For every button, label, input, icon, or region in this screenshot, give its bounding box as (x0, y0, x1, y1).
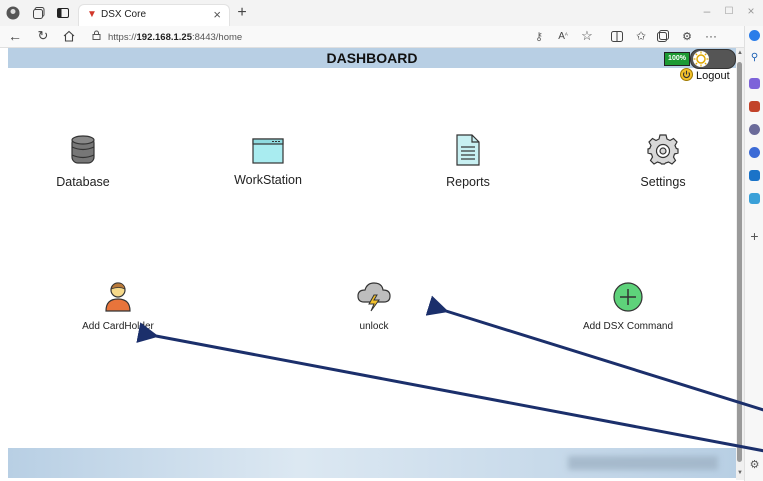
power-icon (680, 68, 693, 84)
theme-toggle[interactable] (690, 49, 736, 69)
more-options-icon[interactable]: ··· (704, 29, 718, 43)
gear-icon (647, 134, 679, 165)
office-icon[interactable] (749, 147, 760, 158)
database-tile[interactable]: Database (48, 134, 118, 189)
unlock-tile[interactable]: unlock (344, 280, 404, 332)
url-scheme: https:// (108, 32, 137, 43)
url-host: 192.168.1.25 (136, 32, 192, 43)
scroll-up-icon[interactable]: ▲ (736, 48, 744, 58)
dashboard-page: DASHBOARD 100% Logout Database WorkStati… (8, 48, 736, 480)
storm-cloud-icon (357, 282, 391, 312)
extensions-icon[interactable]: ⚙ (680, 29, 694, 43)
footer-redacted-text (568, 456, 718, 470)
add-cardholder-label: Add CardHolder (82, 321, 154, 332)
tab-dsx-core[interactable]: ▼ DSX Core × (78, 4, 230, 27)
favorite-star-icon[interactable]: ☆ (580, 28, 594, 43)
close-tab-icon[interactable]: × (213, 7, 221, 22)
browser-tab-bar: ▼ DSX Core × + – ☐ × (0, 0, 763, 27)
add-dsx-command-label: Add DSX Command (582, 321, 674, 332)
dsx-favicon-icon: ▼ (87, 9, 97, 20)
lock-icon (92, 29, 102, 43)
edge-sidebar: ⚲ + ⚙ (744, 26, 763, 481)
settings-label: Settings (640, 175, 686, 189)
workspaces-icon[interactable] (32, 6, 46, 20)
reports-tile[interactable]: Reports (438, 134, 498, 189)
logout-label: Logout (696, 70, 730, 82)
add-dsx-command-tile[interactable]: Add DSX Command (578, 282, 678, 332)
scrollbar-thumb[interactable] (737, 62, 742, 462)
new-tab-icon[interactable]: + (234, 4, 250, 21)
workstation-tile[interactable]: WorkStation (228, 138, 308, 187)
back-arrow-icon[interactable]: ← (8, 28, 22, 44)
people-icon[interactable] (749, 124, 760, 135)
read-aloud-icon[interactable]: Aᴬ (556, 29, 570, 43)
workstation-window-icon (252, 138, 284, 164)
battery-indicator: 100% (664, 52, 690, 66)
collections-icon[interactable] (656, 29, 670, 43)
tab-actions-icon[interactable] (56, 6, 70, 20)
minimize-icon[interactable]: – (700, 4, 714, 18)
browser-toolbar: ← ↻ https://192.168.1.25:8443/home ⚷ Aᴬ … (0, 26, 763, 48)
search-icon[interactable]: ⚲ (749, 52, 760, 63)
page-title: DASHBOARD (326, 50, 418, 66)
footer-bar (8, 448, 736, 478)
drop-icon[interactable] (749, 193, 760, 204)
add-sidebar-app-icon[interactable]: + (748, 228, 761, 244)
profile-avatar-icon[interactable] (6, 6, 20, 20)
plus-circle-icon (613, 282, 643, 312)
home-icon[interactable] (62, 29, 76, 43)
sidebar-settings-icon[interactable]: ⚙ (748, 458, 761, 471)
outlook-icon[interactable] (749, 170, 760, 181)
refresh-icon[interactable]: ↻ (36, 28, 50, 43)
split-screen-icon[interactable] (610, 29, 624, 43)
shopping-tag-icon[interactable] (749, 78, 760, 89)
copilot-icon[interactable] (749, 30, 760, 41)
key-icon[interactable]: ⚷ (532, 29, 546, 43)
close-window-icon[interactable]: × (744, 4, 758, 18)
database-icon (71, 135, 95, 164)
add-cardholder-tile[interactable]: Add CardHolder (78, 280, 158, 332)
url-path: :8443/home (192, 32, 243, 43)
unlock-label: unlock (359, 321, 389, 332)
scroll-down-icon[interactable]: ▼ (736, 468, 744, 478)
reports-label: Reports (446, 175, 490, 189)
database-label: Database (56, 175, 110, 189)
page-scrollbar[interactable]: ▲ ▼ (736, 48, 744, 480)
workstation-label: WorkStation (234, 173, 302, 187)
maximize-icon[interactable]: ☐ (722, 4, 736, 18)
settings-tile[interactable]: Settings (628, 134, 698, 189)
tab-title: DSX Core (101, 9, 147, 20)
favorites-list-icon[interactable]: ✩ (634, 29, 648, 43)
person-icon (105, 282, 131, 312)
logout-button[interactable]: Logout (680, 68, 730, 84)
dashboard-header: DASHBOARD 100% (8, 48, 736, 69)
address-bar[interactable]: https://192.168.1.25:8443/home (92, 29, 512, 44)
sun-icon (693, 51, 709, 67)
document-icon (456, 134, 480, 166)
tools-briefcase-icon[interactable] (749, 101, 760, 112)
